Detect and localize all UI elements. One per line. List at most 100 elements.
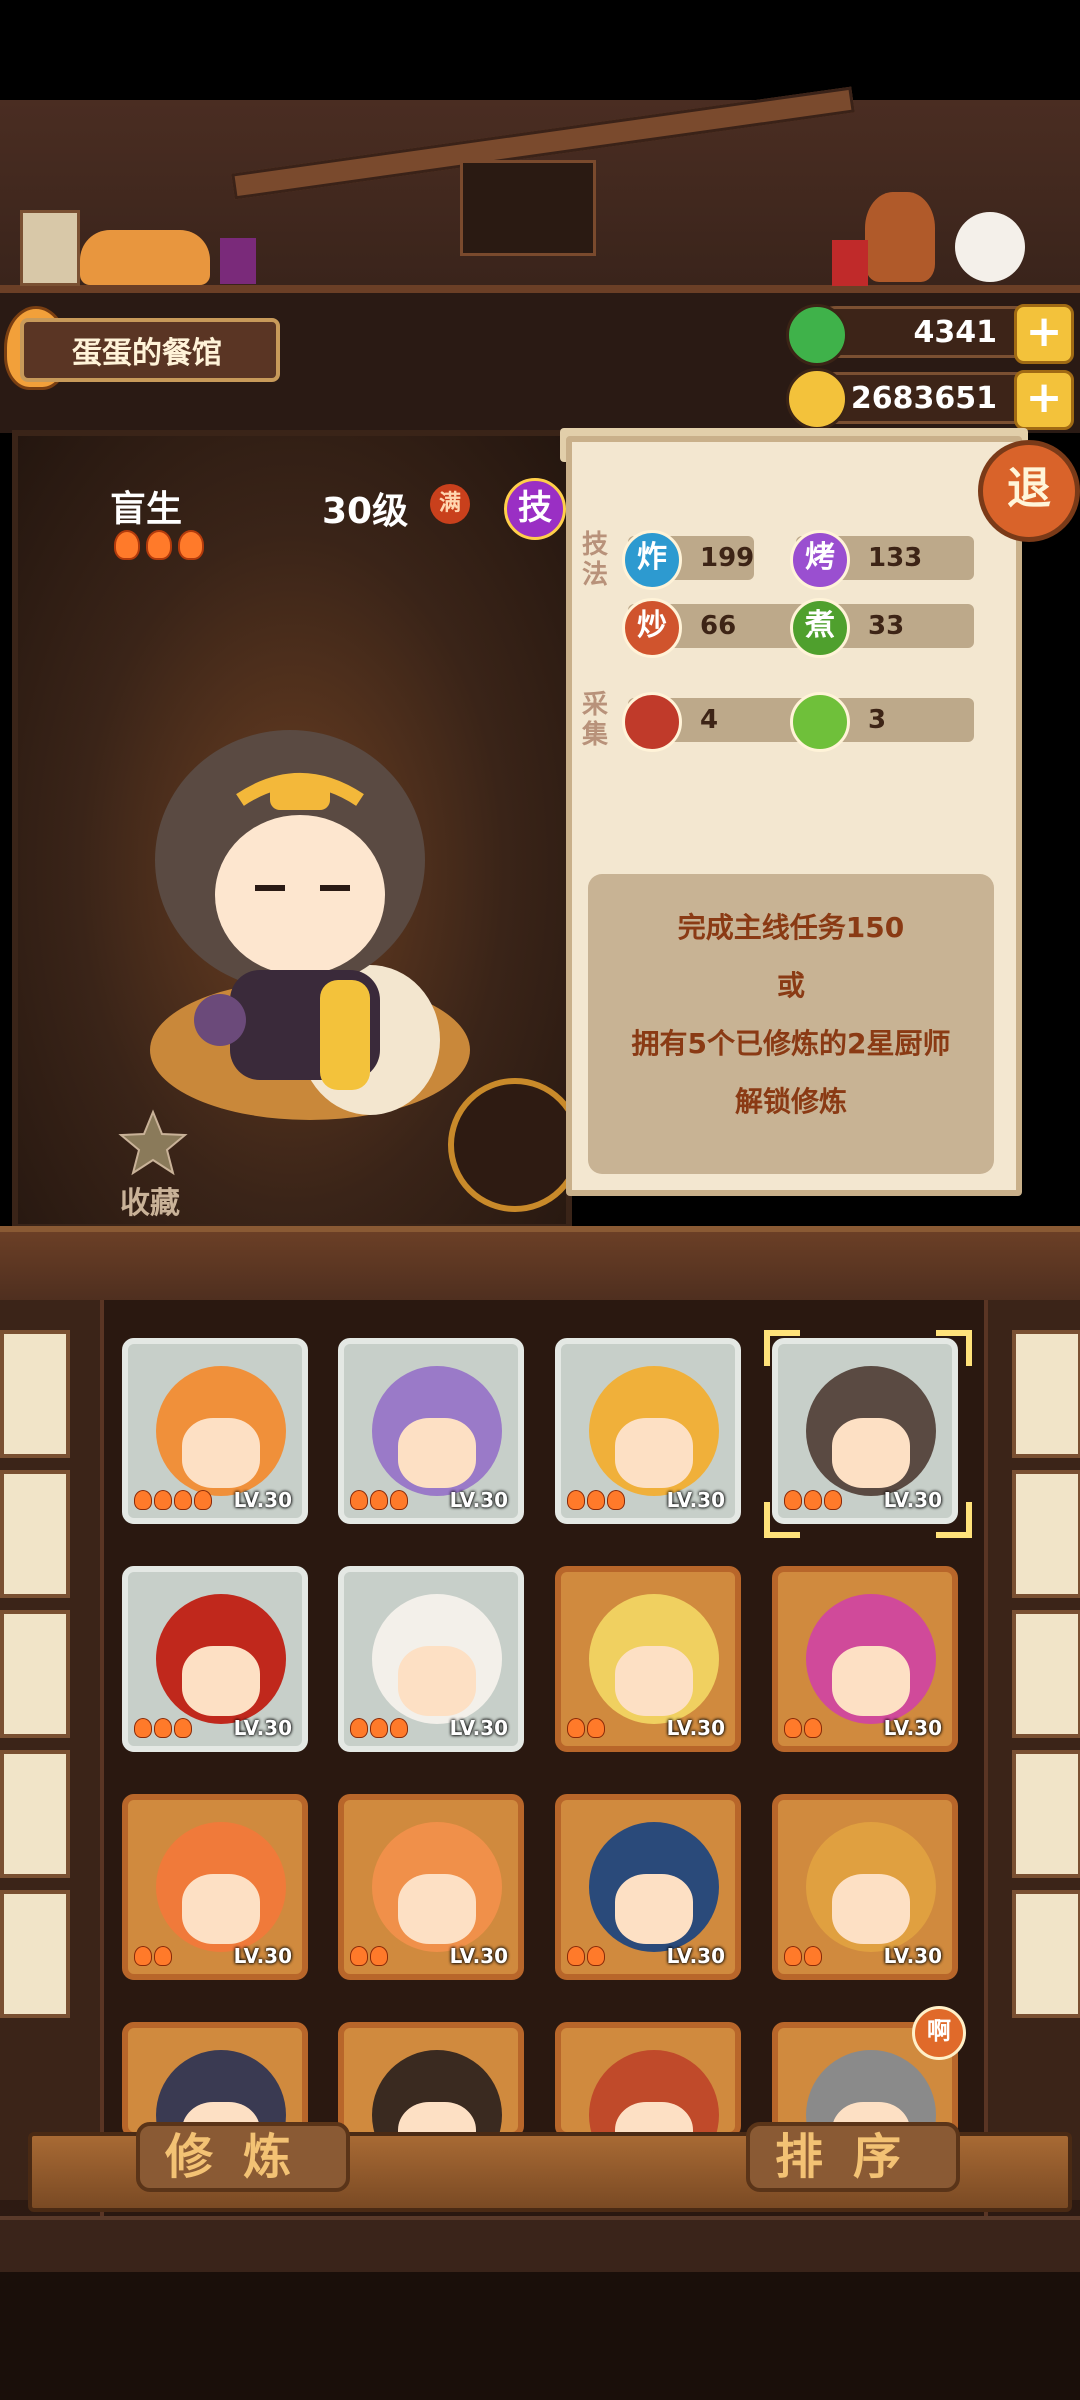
star-flame-icon	[607, 1490, 625, 1510]
red-jar-icon	[832, 240, 868, 286]
chef-card-level: LV.30	[233, 1488, 292, 1512]
chef-level: 30级	[322, 491, 409, 532]
chef-face	[832, 1418, 910, 1488]
top-shelf-decoration	[0, 86, 1080, 293]
side-slot	[1012, 1330, 1080, 1458]
unlock-line: 解锁修炼	[734, 1085, 847, 1118]
roast-icon: 烤	[790, 530, 850, 590]
side-slot	[0, 1470, 70, 1598]
unlock-line: 拥有5个已修炼的2星厨师	[631, 1027, 951, 1060]
cultivate-button[interactable]: 修炼	[136, 2122, 350, 2192]
chef-stars	[784, 1946, 822, 1966]
max-level-badge: 满	[430, 484, 470, 524]
star-flame-icon	[567, 1490, 585, 1510]
chef-card[interactable]	[555, 2022, 741, 2138]
skill-value: 33	[868, 611, 905, 641]
paw-sign-icon	[20, 210, 80, 286]
chef-stars	[350, 1946, 388, 1966]
chef-stars	[350, 1718, 408, 1738]
chef-card[interactable]: LV.30	[122, 1338, 308, 1524]
chef-face	[615, 1646, 693, 1716]
star-flame-icon	[784, 1946, 802, 1966]
chef-card[interactable]: LV.30	[772, 1794, 958, 1980]
side-slot	[1012, 1890, 1080, 2018]
restaurant-name-tag[interactable]: 蛋蛋的餐馆	[20, 318, 280, 382]
star-flame-icon	[370, 1490, 388, 1510]
skill-badge-button[interactable]: 技	[504, 478, 566, 540]
cultivate-slot[interactable]	[448, 1078, 582, 1212]
star-flame-icon	[587, 1946, 605, 1966]
coin-icon	[786, 368, 848, 430]
book-icon	[220, 238, 256, 284]
chef-face	[182, 1646, 260, 1716]
chef-face	[398, 1874, 476, 1944]
sort-button[interactable]: 排序	[746, 2122, 960, 2192]
chef-stars	[134, 1946, 172, 1966]
star-flame-icon	[174, 1718, 192, 1738]
skill-value: 66	[700, 611, 737, 641]
navigation-area	[0, 2272, 1080, 2400]
chef-card[interactable]: LV.30	[338, 1566, 524, 1752]
star-flame-icon	[174, 1490, 192, 1510]
chef-card[interactable]: LV.30	[338, 1794, 524, 1980]
chef-stars	[350, 1490, 408, 1510]
star-flame-icon	[824, 1490, 842, 1510]
chef-card-level: LV.30	[666, 1488, 725, 1512]
star-flame-icon	[784, 1718, 802, 1738]
chef-card[interactable]: LV.30	[555, 1338, 741, 1524]
raccoon-portrait-icon	[460, 160, 596, 256]
new-chef-badge: 啊	[912, 2006, 966, 2060]
chef-card-level: LV.30	[449, 1944, 508, 1968]
star-flame-icon	[804, 1490, 822, 1510]
skill-value: 133	[868, 543, 923, 573]
side-slot	[1012, 1610, 1080, 1738]
jade-amount: 4341	[913, 314, 998, 350]
chef-face	[615, 1874, 693, 1944]
exit-button[interactable]: 退	[978, 440, 1080, 542]
star-flame-icon	[587, 1490, 605, 1510]
chef-card-level: LV.30	[449, 1488, 508, 1512]
side-slot	[0, 1330, 70, 1458]
star-flame-icon	[154, 1490, 172, 1510]
star-icon[interactable]	[118, 1108, 188, 1178]
add-coins-button[interactable]: +	[1014, 370, 1074, 430]
chef-card[interactable]	[338, 2022, 524, 2138]
selection-corner	[764, 1502, 800, 1538]
vegetable-icon	[790, 692, 850, 752]
chef-face	[615, 1418, 693, 1488]
star-flame-icon	[154, 1718, 172, 1738]
chef-face	[182, 1418, 260, 1488]
unlock-line: 完成主线任务150	[677, 911, 905, 944]
gather-section-label: 采集	[581, 690, 608, 750]
star-flame-icon	[350, 1946, 368, 1966]
skills-section-label: 技法	[581, 530, 608, 590]
chef-card-level: LV.30	[883, 1716, 942, 1740]
side-slot	[1012, 1470, 1080, 1598]
chef-stars	[134, 1718, 192, 1738]
chef-stars	[784, 1718, 822, 1738]
chef-card[interactable]	[122, 2022, 308, 2138]
add-jade-button[interactable]: +	[1014, 304, 1074, 364]
cat-icon	[80, 230, 210, 285]
gather-value: 3	[868, 705, 887, 735]
selection-corner	[936, 1330, 972, 1366]
chef-card[interactable]: LV.30	[122, 1566, 308, 1752]
chef-card[interactable]: LV.30	[772, 1566, 958, 1752]
star-flame-icon	[146, 530, 172, 560]
chef-card[interactable]: LV.30	[555, 1794, 741, 1980]
star-flame-icon	[567, 1946, 585, 1966]
star-flame-icon	[390, 1718, 408, 1738]
chef-card[interactable]: LV.30	[122, 1794, 308, 1980]
star-flame-icon	[804, 1946, 822, 1966]
star-flame-icon	[370, 1718, 388, 1738]
fry-icon: 炸	[622, 530, 682, 590]
star-flame-icon	[134, 1718, 152, 1738]
skill-value: 199	[700, 543, 755, 573]
chef-card[interactable]: LV.30	[338, 1338, 524, 1524]
chef-card-level: LV.30	[233, 1944, 292, 1968]
favorite-label[interactable]: 收藏	[120, 1178, 180, 1222]
chef-stars	[567, 1946, 605, 1966]
chef-card[interactable]: LV.30	[555, 1566, 741, 1752]
chef-card-level: LV.30	[233, 1716, 292, 1740]
chef-face	[398, 1418, 476, 1488]
